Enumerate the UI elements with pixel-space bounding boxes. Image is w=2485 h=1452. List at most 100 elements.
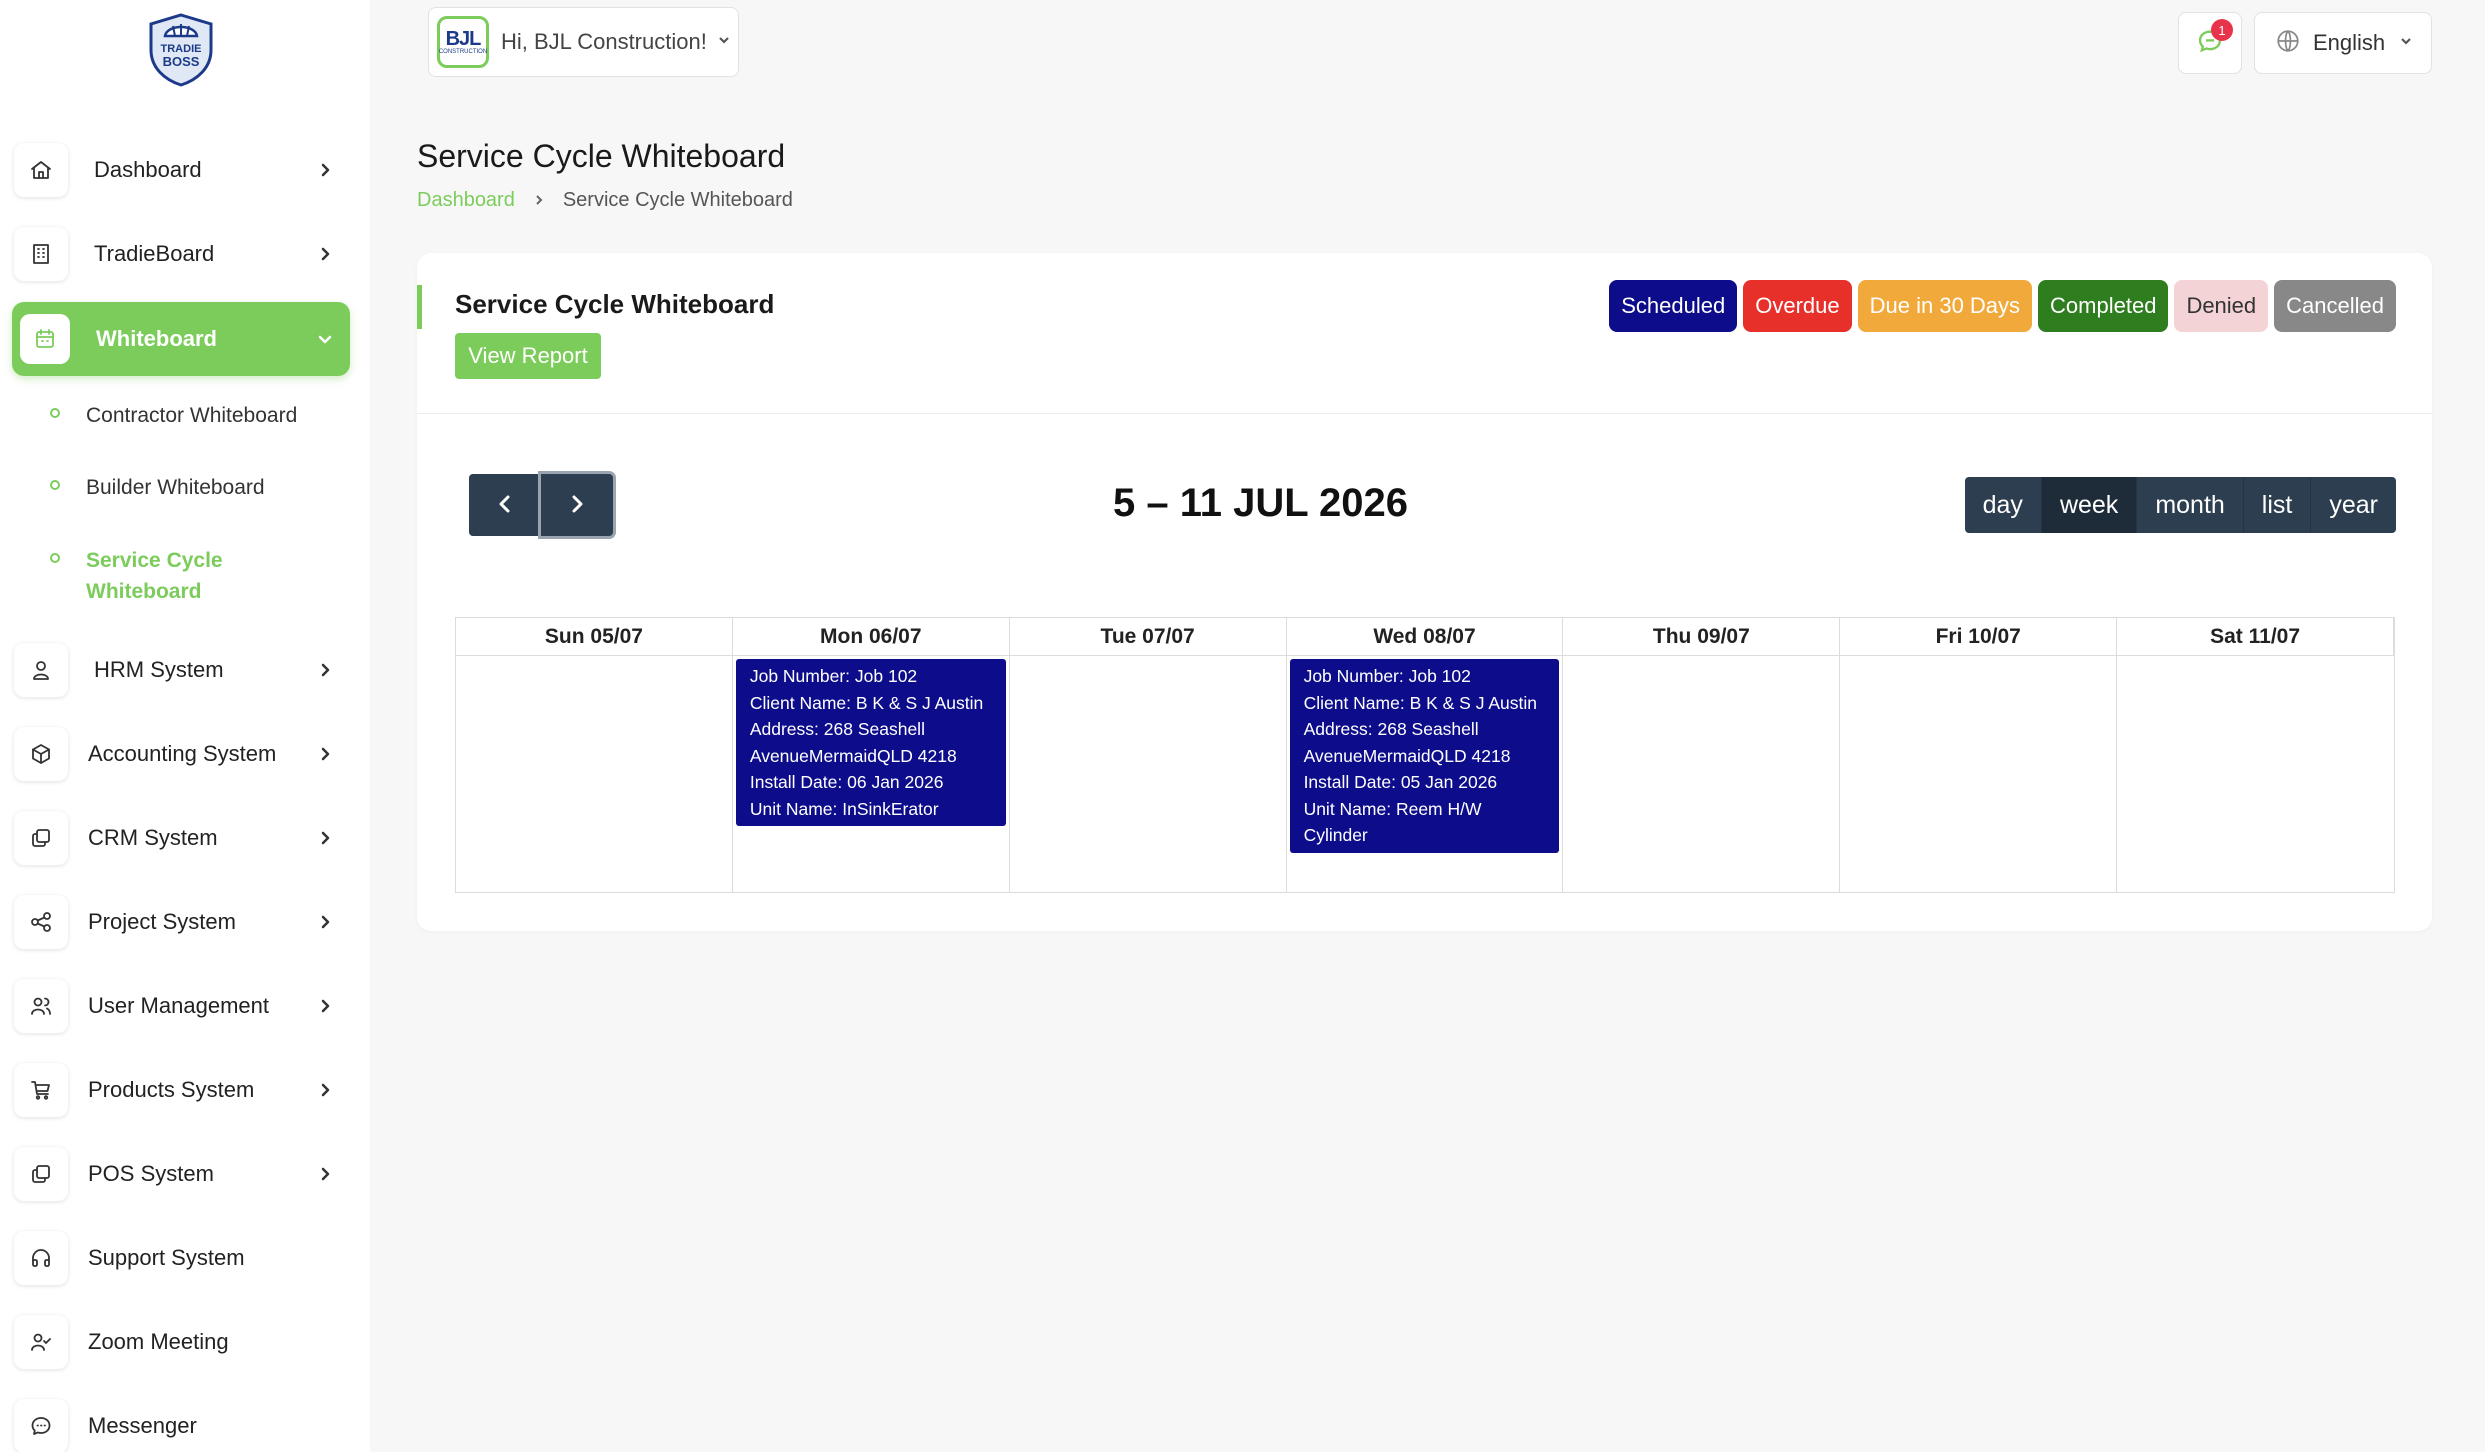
week-calendar-grid: Sun 05/07 Mon 06/07 Tue 07/07 Wed 08/07 … — [455, 617, 2395, 893]
legend-overdue: Overdue — [1743, 280, 1852, 332]
card-title: Service Cycle Whiteboard — [455, 289, 775, 319]
event-address: Address: 268 Seashell AvenueMermaidQLD 4… — [1303, 719, 1511, 766]
status-legend: Scheduled Overdue Due in 30 Days Complet… — [1609, 280, 2396, 332]
headphones-icon — [14, 1231, 68, 1285]
event-unit-name: Unit Name: InSinkErator — [749, 798, 939, 819]
sidebar-item-zoom-meeting[interactable]: Zoom Meeting — [14, 1310, 350, 1374]
sidebar-item-label: Project System — [88, 909, 236, 934]
sidebar-item-pos-system[interactable]: POS System — [14, 1142, 350, 1206]
day-cell-thu[interactable] — [1563, 656, 1841, 892]
legend-cancelled: Cancelled — [2274, 280, 2396, 332]
sidebar-item-label: Accounting System — [88, 741, 277, 766]
calendar-navigation — [469, 474, 613, 536]
legend-completed: Completed — [2038, 280, 2169, 332]
svg-text:BOSS: BOSS — [163, 54, 200, 69]
calendar-view-switcher: day week month list year — [1964, 477, 2396, 533]
sidebar-item-label: Zoom Meeting — [88, 1329, 229, 1354]
day-cell-wed[interactable]: Job Number: Job 102 Client Name: B K & S… — [1287, 656, 1564, 892]
chevron-right-icon — [310, 655, 340, 685]
day-header-fri: Fri 10/07 — [1840, 618, 2118, 656]
calendar-icon — [20, 314, 70, 364]
sidebar-item-products-system[interactable]: Products System — [14, 1058, 350, 1122]
chevron-right-icon — [566, 493, 588, 518]
breadcrumb-current: Service Cycle Whiteboard — [562, 189, 793, 211]
whiteboard-card: Service Cycle Whiteboard View Report Sch… — [417, 253, 2432, 931]
sidebar-item-user-management[interactable]: User Management — [14, 974, 350, 1038]
share-icon — [14, 895, 68, 949]
chevron-down-icon — [717, 33, 731, 52]
event-job-number: Job Number: Job 102 — [1303, 666, 1471, 686]
sidebar-item-messenger[interactable]: Messenger — [14, 1394, 350, 1452]
view-report-button[interactable]: View Report — [455, 333, 601, 379]
layers-icon — [14, 811, 68, 865]
sidebar-subitem-builder-whiteboard[interactable]: Builder Whiteboard — [50, 472, 350, 503]
bullet-icon — [50, 553, 60, 563]
sidebar-item-crm-system[interactable]: CRM System — [14, 806, 350, 870]
calendar-date-range-text: 5 – 11 JUL 2026 — [1112, 481, 1409, 525]
calendar-event[interactable]: Job Number: Job 102 Client Name: B K & S… — [1289, 659, 1560, 853]
event-address: Address: 268 Seashell AvenueMermaidQLD 4… — [749, 719, 957, 766]
sidebar-item-label: HRM System — [94, 657, 224, 682]
view-list-button[interactable]: list — [2243, 477, 2312, 533]
language-label: English — [2313, 30, 2386, 55]
notifications-button[interactable]: 1 — [2178, 12, 2242, 74]
sidebar-item-label: Messenger — [88, 1413, 197, 1438]
event-unit-name: Unit Name: Reem H/W Cylinder — [1303, 798, 1482, 846]
card-accent-bar — [417, 285, 422, 329]
view-month-button[interactable]: month — [2137, 477, 2244, 533]
sidebar-item-label: POS System — [88, 1161, 214, 1186]
sidebar-item-hrm-system[interactable]: HRM System — [14, 638, 350, 702]
previous-week-button[interactable] — [469, 474, 541, 536]
sidebar: TRADIE BOSS Dashboard TradieBoard Whiteb… — [0, 0, 370, 1452]
sidebar-item-label: Products System — [88, 1077, 255, 1102]
breadcrumb-dashboard-link[interactable]: Dashboard — [417, 189, 515, 212]
view-year-button[interactable]: year — [2311, 477, 2396, 533]
day-cell-sun[interactable] — [456, 656, 733, 892]
user-menu-button[interactable]: BJL CONSTRUCTION Hi, BJL Construction! — [428, 7, 739, 77]
day-header-sun: Sun 05/07 — [456, 618, 733, 656]
next-week-button[interactable] — [541, 474, 613, 536]
day-header-tue: Tue 07/07 — [1009, 618, 1287, 656]
sidebar-item-project-system[interactable]: Project System — [14, 890, 350, 954]
day-cell-sat[interactable] — [2117, 656, 2394, 892]
chevron-right-icon — [310, 155, 340, 185]
view-day-button[interactable]: day — [1964, 477, 2042, 533]
sidebar-subitem-service-cycle-whiteboard[interactable]: Service Cycle Whiteboard — [50, 545, 270, 607]
notification-count-badge: 1 — [2211, 19, 2233, 41]
sidebar-subitem-contractor-whiteboard[interactable]: Contractor Whiteboard — [50, 400, 350, 431]
event-client-name: Client Name: B K & S J Austin — [1303, 692, 1537, 713]
sidebar-item-dashboard[interactable]: Dashboard — [14, 138, 350, 202]
tradieboss-logo[interactable]: TRADIE BOSS — [145, 12, 217, 88]
sidebar-item-support-system[interactable]: Support System — [14, 1226, 350, 1290]
calendar-event[interactable]: Job Number: Job 102 Client Name: B K & S… — [735, 659, 1006, 826]
sidebar-item-tradieboard[interactable]: TradieBoard — [14, 222, 350, 286]
sidebar-subitem-label: Contractor Whiteboard — [86, 404, 298, 427]
chevron-down-icon — [2399, 34, 2413, 53]
sidebar-item-accounting-system[interactable]: Accounting System — [14, 722, 350, 786]
legend-due-in-30-days: Due in 30 Days — [1857, 280, 2033, 332]
company-logo: BJL CONSTRUCTION — [437, 16, 489, 68]
day-cell-tue[interactable] — [1010, 656, 1287, 892]
language-selector[interactable]: English — [2254, 12, 2432, 74]
chevron-right-icon — [533, 189, 545, 212]
day-cell-mon[interactable]: Job Number: Job 102 Client Name: B K & S… — [733, 656, 1010, 892]
day-cell-fri[interactable] — [1840, 656, 2118, 892]
sidebar-item-label: Dashboard — [94, 157, 202, 182]
company-logo-subtext: CONSTRUCTION — [438, 48, 488, 55]
event-install-date: Install Date: 05 Jan 2026 — [1303, 772, 1498, 792]
box-icon — [14, 727, 68, 781]
sidebar-item-label: User Management — [88, 993, 269, 1018]
layers-icon — [14, 1147, 68, 1201]
card-divider — [417, 413, 2432, 414]
sidebar-item-whiteboard[interactable]: Whiteboard — [12, 302, 350, 376]
view-week-button[interactable]: week — [2041, 477, 2138, 533]
event-install-date: Install Date: 06 Jan 2026 — [749, 772, 944, 792]
sidebar-item-label: Whiteboard — [96, 326, 217, 351]
sidebar-item-label: Support System — [88, 1245, 245, 1270]
legend-scheduled: Scheduled — [1609, 280, 1738, 332]
user-check-icon — [14, 1315, 68, 1369]
chevron-right-icon — [310, 907, 340, 937]
user-icon — [14, 643, 68, 697]
day-header-mon: Mon 06/07 — [732, 618, 1010, 656]
legend-denied: Denied — [2174, 280, 2269, 332]
